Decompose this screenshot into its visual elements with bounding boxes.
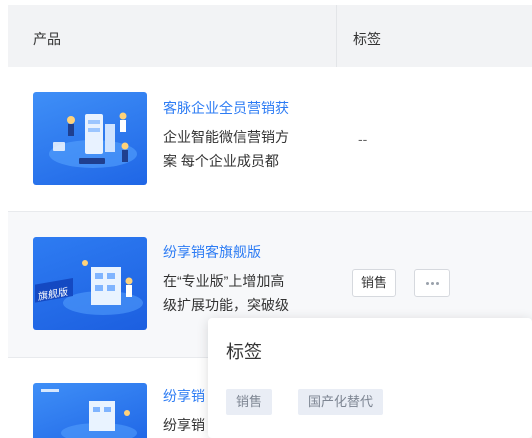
popover-title: 标签 — [226, 342, 262, 362]
product-title-link[interactable]: 纷享销 — [163, 386, 205, 406]
product-description: 企业智能微信营销方 案 每个企业成员都 — [163, 125, 289, 173]
popover-tag-sales[interactable]: 销售 — [226, 389, 273, 415]
product-description: 纷享销 — [163, 413, 205, 437]
description-line: 纷享销 — [163, 417, 205, 433]
description-line: 在“专业版”上增加高 — [163, 273, 285, 289]
more-tags-button[interactable] — [414, 269, 450, 297]
ellipsis-dot — [425, 282, 429, 285]
table-header: 产品 标签 — [8, 5, 532, 67]
marketing-illustration-icon — [49, 112, 137, 168]
table-row: 客脉企业全员营销获 企业智能微信营销方 案 每个企业成员都 -- — [8, 67, 532, 212]
column-header-product: 产品 — [33, 31, 61, 47]
description-line: 案 每个企业成员都 — [163, 153, 279, 169]
product-description: 在“专业版”上增加高 级扩展功能，突破级 — [163, 269, 289, 317]
product-title-link[interactable]: 纷享销客旗舰版 — [163, 242, 261, 262]
column-divider — [336, 5, 337, 67]
ellipsis-dot — [430, 282, 434, 285]
product-thumbnail[interactable] — [33, 383, 147, 438]
product-thumbnail[interactable]: 旗舰版 — [33, 237, 147, 330]
column-header-tags: 标签 — [353, 31, 381, 47]
tag-chip-sales[interactable]: 销售 — [352, 269, 397, 297]
tags-empty-placeholder: -- — [358, 131, 368, 147]
description-line: 级扩展功能，突破级 — [163, 297, 289, 313]
product-illustration-icon — [41, 389, 137, 438]
popover-tag-domestic-replacement[interactable]: 国产化替代 — [298, 389, 384, 415]
ellipsis-dot — [435, 282, 439, 285]
product-thumbnail[interactable] — [33, 92, 147, 185]
product-title-link[interactable]: 客脉企业全员营销获 — [163, 98, 289, 118]
flagship-building-icon: 旗舰版 — [35, 260, 143, 315]
tags-popover: 标签 销售 国产化替代 — [208, 318, 532, 438]
description-line: 企业智能微信营销方 — [163, 129, 289, 145]
